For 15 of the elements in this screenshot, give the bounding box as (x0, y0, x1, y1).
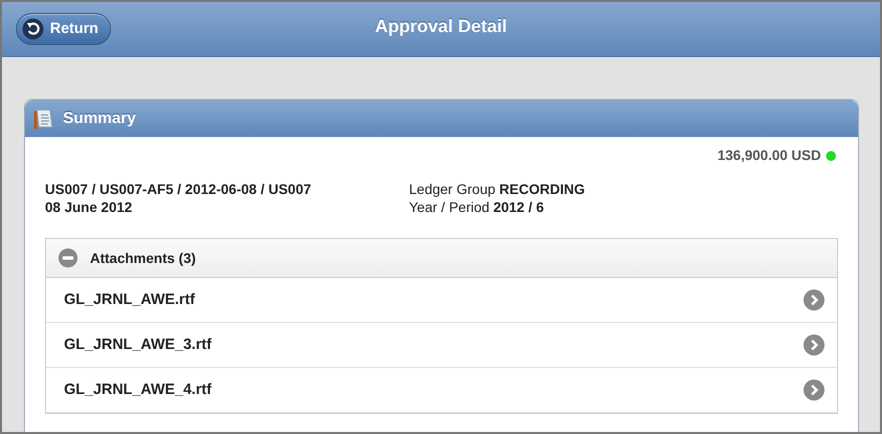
chevron-right-icon (803, 289, 825, 311)
summary-title: Summary (63, 108, 136, 128)
attachments-header[interactable]: Attachments (3) (46, 239, 837, 278)
date-text: 08 June 2012 (45, 198, 134, 216)
back-icon (22, 18, 44, 40)
scroll-icon (33, 108, 53, 130)
chevron-right-icon (803, 379, 825, 401)
chevron-right-icon (803, 334, 825, 356)
page-title: Approval Detail (374, 16, 508, 38)
period-text: Year / Period 2012 / 6 (409, 198, 545, 216)
ledger-group-text: Ledger Group RECORDING (409, 180, 585, 198)
collapse-icon (58, 248, 78, 268)
return-button[interactable]: Return (16, 12, 112, 46)
amount-text: 136,900.00 USD (717, 146, 821, 165)
reference-text: US007 / US007-AF5 / 2012-06-08 / US007 (45, 180, 312, 198)
